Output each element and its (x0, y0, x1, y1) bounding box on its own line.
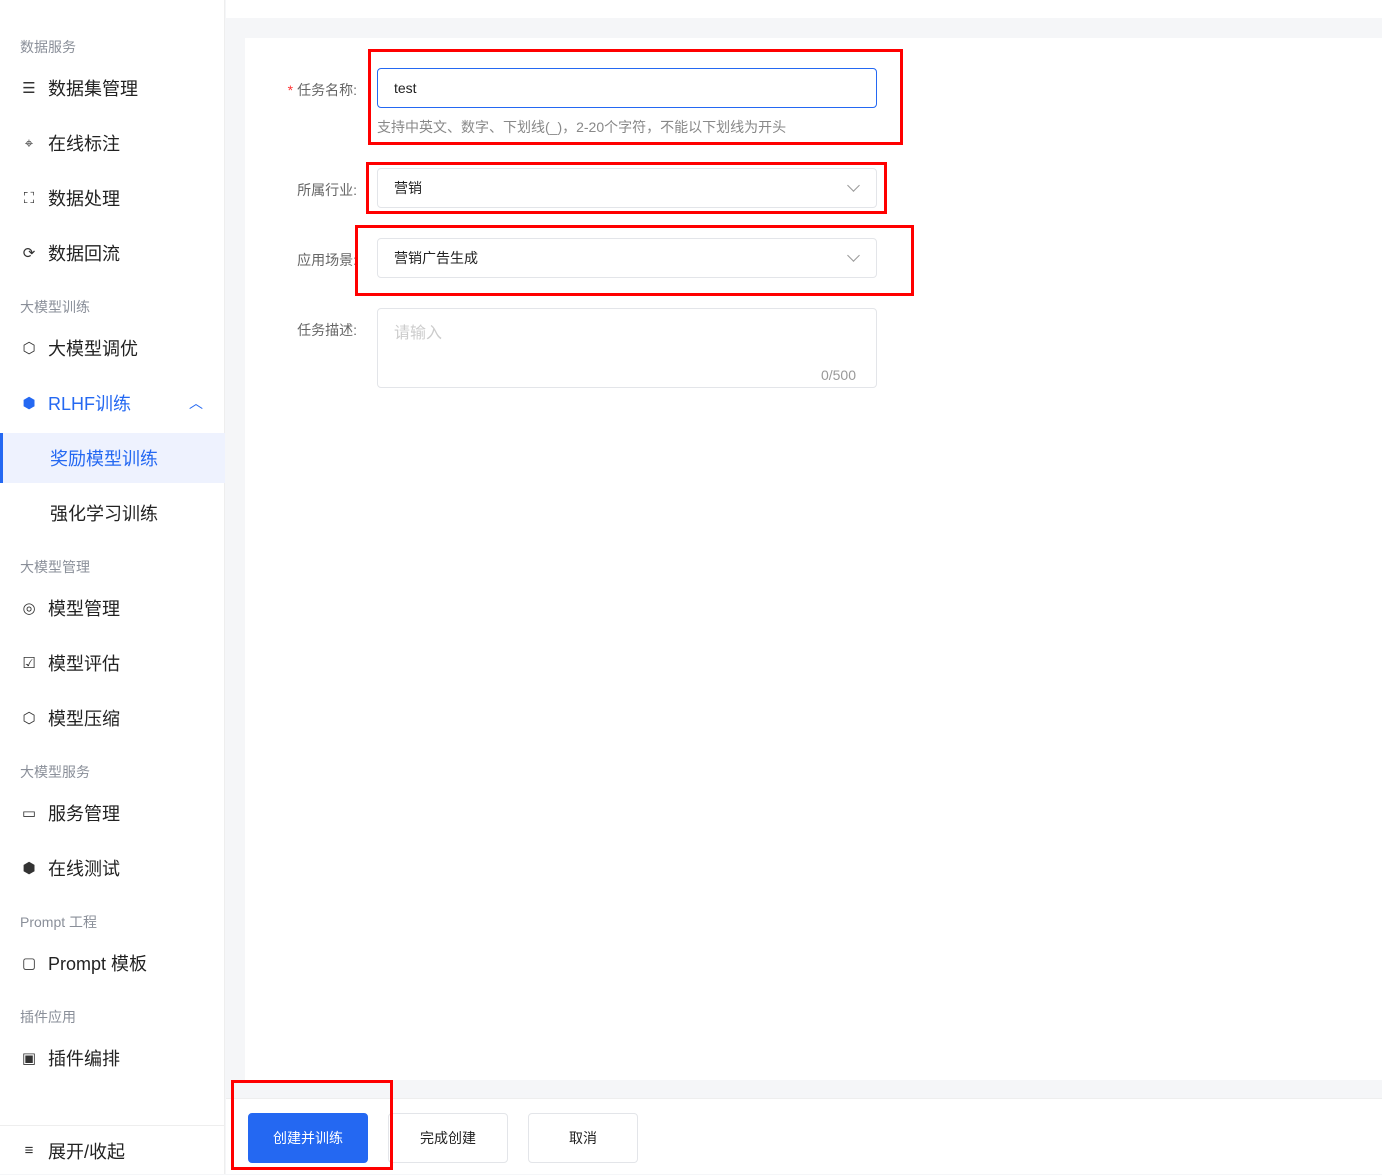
industry-select[interactable]: 营销 (377, 168, 877, 208)
top-strip (226, 0, 1382, 18)
group-label: 插件应用 (20, 1009, 76, 1025)
compress-icon: ⬡ (22, 710, 36, 727)
cube-icon: ⬢ (22, 395, 36, 412)
task-name-hint: 支持中英文、数字、下划线(_)，2-20个字符，不能以下划线为开头 (377, 119, 787, 135)
task-name-input[interactable]: test (377, 68, 877, 108)
menu-icon: ≡ (24, 1142, 34, 1159)
sidebar-item-annotation[interactable]: ⌖ 在线标注 (0, 118, 225, 168)
chevron-down-icon (847, 179, 860, 192)
industry-label: 所属行业: (297, 182, 357, 198)
template-icon: ▢ (21, 955, 37, 972)
database-icon: ☰ (22, 80, 36, 97)
model-tune-icon: ⬡ (22, 340, 36, 357)
model-icon: ◎ (22, 600, 36, 617)
scene-select[interactable]: 营销广告生成 (377, 238, 877, 278)
process-icon: ⛶ (23, 189, 35, 207)
sidebar-item-rlhf[interactable]: ⬢ RLHF训练 ︿ (0, 378, 225, 428)
collapse-toggle[interactable]: ≡ 展开/收起 (0, 1125, 225, 1175)
sidebar-item-prompt-template[interactable]: ▢ Prompt 模板 (0, 938, 225, 988)
refresh-icon: ⟳ (22, 245, 36, 262)
desc-textarea[interactable]: 请输入 0/500 (377, 308, 877, 388)
evaluate-icon: ☑ (22, 655, 36, 672)
scan-icon: ⌖ (24, 134, 34, 152)
sidebar-item-reward-model[interactable]: 奖励模型训练 (0, 433, 225, 483)
group-label: 大模型管理 (20, 559, 90, 575)
sidebar-item-model-manage[interactable]: ◎ 模型管理 (0, 583, 225, 633)
sidebar-item-reflow[interactable]: ⟳ 数据回流 (0, 228, 225, 278)
chevron-down-icon (847, 249, 860, 262)
sidebar-item-rl-training[interactable]: 强化学习训练 (0, 488, 225, 538)
sidebar-item-plugin[interactable]: ▣ 插件编排 (0, 1033, 225, 1083)
group-label: 数据服务 (20, 39, 76, 55)
plugin-icon: ▣ (21, 1050, 37, 1067)
sidebar: 数据服务 ☰ 数据集管理 ⌖ 在线标注 ⛶ 数据处理 ⟳ 数据回流 大模型训练 ⬡ 大模型… (0, 0, 225, 1174)
desc-label: 任务描述: (297, 322, 357, 338)
sidebar-item-online-test[interactable]: ⬢ 在线测试 (0, 843, 225, 893)
sidebar-item-dataset[interactable]: ☰ 数据集管理 (0, 63, 225, 113)
create-and-train-button[interactable]: 创建并训练 (248, 1113, 368, 1163)
finish-create-button[interactable]: 完成创建 (388, 1113, 508, 1163)
char-count: 0/500 (820, 367, 856, 383)
group-label: 大模型训练 (20, 299, 90, 315)
task-name-label: * 任务名称: (287, 82, 357, 98)
chevron-up-icon: ︿ (189, 395, 203, 411)
test-icon: ⬢ (22, 860, 36, 877)
sidebar-item-model-compress[interactable]: ⬡ 模型压缩 (0, 693, 225, 743)
group-label: Prompt 工程 (20, 914, 98, 930)
scene-label: 应用场景: (297, 252, 357, 268)
group-label: 大模型服务 (20, 764, 90, 780)
sidebar-item-service[interactable]: ▭ 服务管理 (0, 788, 225, 838)
cancel-button[interactable]: 取消 (528, 1113, 638, 1163)
sidebar-item-finetune[interactable]: ⬡ 大模型调优 (0, 323, 225, 373)
service-icon: ▭ (21, 805, 37, 822)
sidebar-item-model-eval[interactable]: ☑ 模型评估 (0, 638, 225, 688)
sidebar-item-processing[interactable]: ⛶ 数据处理 (0, 173, 225, 223)
